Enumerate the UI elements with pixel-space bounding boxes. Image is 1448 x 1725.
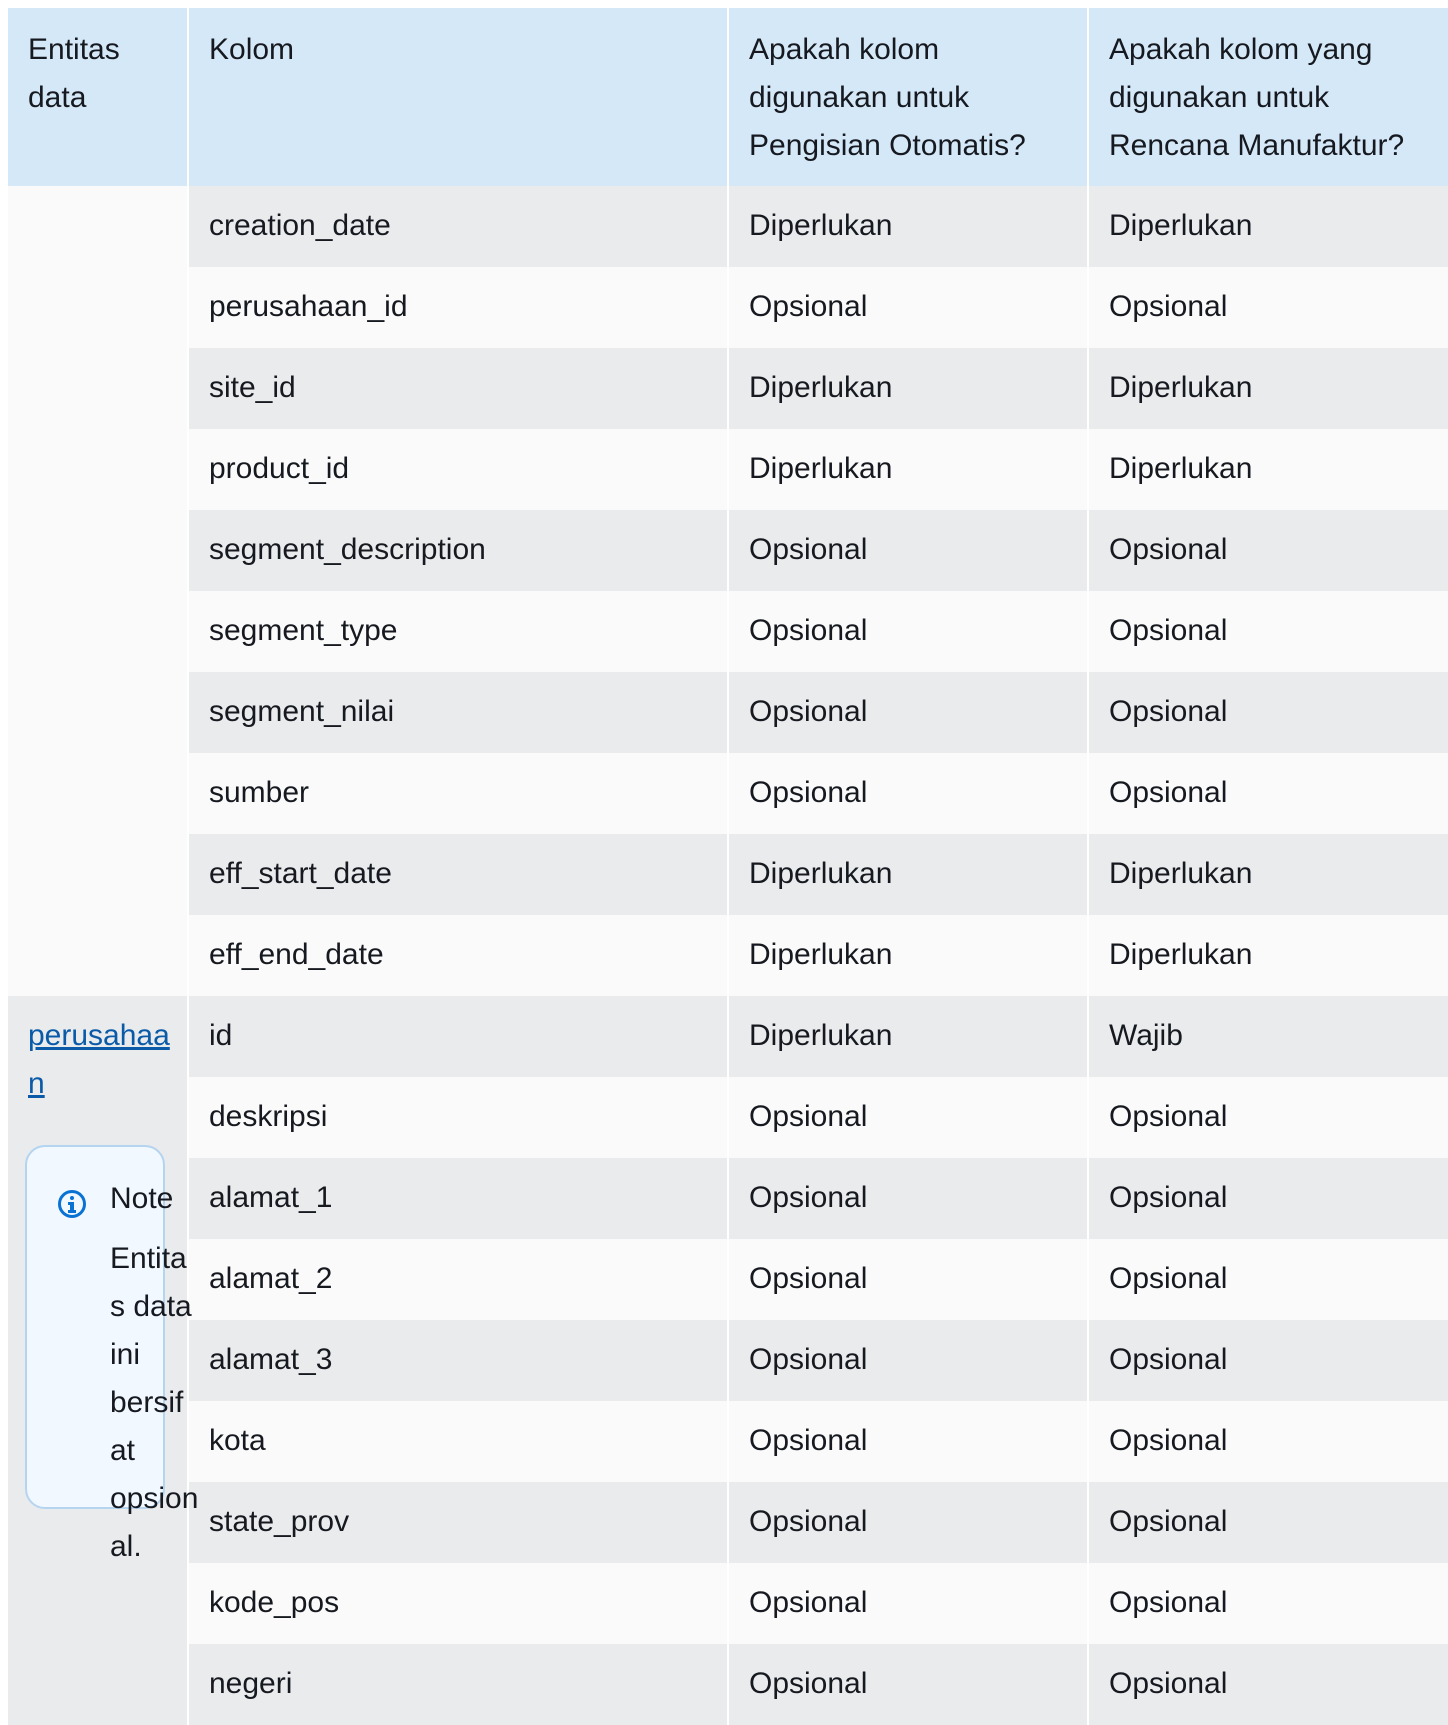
autofill-cell: Opsional: [727, 1077, 1088, 1158]
column-name-cell: product_id: [187, 429, 728, 510]
column-name-cell: alamat_2: [187, 1239, 728, 1320]
column-name-cell: segment_description: [187, 510, 728, 591]
column-name-cell: eff_end_date: [187, 915, 728, 996]
table-row: perusahaan_id Opsional Opsional: [8, 267, 1448, 348]
autofill-cell: Opsional: [727, 1158, 1088, 1239]
manufacturing-plan-cell: Opsional: [1087, 672, 1448, 753]
table-row: deskripsi Opsional Opsional: [8, 1077, 1448, 1158]
manufacturing-plan-cell: Opsional: [1087, 1401, 1448, 1482]
manufacturing-plan-cell: Opsional: [1087, 1158, 1448, 1239]
manufacturing-plan-cell: Diperlukan: [1087, 348, 1448, 429]
column-name-cell: kode_pos: [187, 1563, 728, 1644]
column-name-cell: state_prov: [187, 1482, 728, 1563]
column-name-cell: sumber: [187, 753, 728, 834]
entity-link-perusahaan[interactable]: perusahaan: [28, 1012, 178, 1108]
table-row: alamat_3 Opsional Opsional: [8, 1320, 1448, 1401]
autofill-cell: Diperlukan: [727, 915, 1088, 996]
table-row: segment_type Opsional Opsional: [8, 591, 1448, 672]
table-row: state_prov Opsional Opsional: [8, 1482, 1448, 1563]
table-row: creation_date Diperlukan Diperlukan: [8, 186, 1448, 996]
header-entity: Entitas data: [8, 8, 188, 186]
entity-cell: [8, 186, 188, 996]
manufacturing-plan-cell: Wajib: [1087, 996, 1448, 1077]
column-name-cell: kota: [187, 1401, 728, 1482]
manufacturing-plan-cell: Diperlukan: [1087, 186, 1448, 267]
table-row: eff_end_date Diperlukan Diperlukan: [8, 915, 1448, 996]
autofill-cell: Opsional: [727, 1239, 1088, 1320]
manufacturing-plan-cell: Opsional: [1087, 591, 1448, 672]
manufacturing-plan-cell: Opsional: [1087, 510, 1448, 591]
manufacturing-plan-cell: Opsional: [1087, 1563, 1448, 1644]
manufacturing-plan-cell: Opsional: [1087, 753, 1448, 834]
header-autofill: Apakah kolom digunakan untuk Pengisian O…: [727, 8, 1088, 186]
column-name-cell: negeri: [187, 1644, 728, 1725]
table-body: creation_date Diperlukan Diperlukan perusah…: [8, 186, 1448, 1725]
manufacturing-plan-cell: Opsional: [1087, 267, 1448, 348]
column-name-cell: perusahaan_id: [187, 267, 728, 348]
manufacturing-plan-cell: Opsional: [1087, 1644, 1448, 1725]
header-column: Kolom: [187, 8, 728, 186]
manufacturing-plan-cell: Opsional: [1087, 1482, 1448, 1563]
column-name-cell: site_id: [187, 348, 728, 429]
column-name-cell: segment_type: [187, 591, 728, 672]
table-row: negeri Opsional Opsional: [8, 1644, 1448, 1725]
table-row: segment_nilai Opsional Opsional: [8, 672, 1448, 753]
autofill-cell: Diperlukan: [727, 186, 1088, 267]
column-name-cell: creation_date: [187, 186, 728, 267]
autofill-cell: Opsional: [727, 591, 1088, 672]
autofill-cell: Diperlukan: [727, 996, 1088, 1077]
info-icon: [58, 1190, 86, 1218]
manufacturing-plan-cell: Diperlukan: [1087, 429, 1448, 510]
note-title: Note: [110, 1182, 174, 1215]
autofill-cell: Opsional: [727, 267, 1088, 348]
manufacturing-plan-cell: Diperlukan: [1087, 834, 1448, 915]
note-body: Entitas data ini bersifat opsional.: [110, 1242, 199, 1563]
note-box: Note Entitas data ini bersifat opsional.: [25, 1145, 198, 1563]
table-header-row: Entitas data Kolom Apakah kolom digunaka…: [8, 8, 1448, 186]
column-name-cell: deskripsi: [187, 1077, 728, 1158]
autofill-cell: Opsional: [727, 1401, 1088, 1482]
table-row: perusahaan id Diperlukan Wajib: [8, 996, 1448, 1725]
autofill-cell: Opsional: [727, 1320, 1088, 1401]
column-name-cell: id: [187, 996, 728, 1077]
table-row: segment_description Opsional Opsional: [8, 510, 1448, 591]
manufacturing-plan-cell: Opsional: [1087, 1320, 1448, 1401]
manufacturing-plan-cell: Opsional: [1087, 1239, 1448, 1320]
column-name-cell: segment_nilai: [187, 672, 728, 753]
autofill-cell: Opsional: [727, 1482, 1088, 1563]
manufacturing-plan-cell: Opsional: [1087, 1077, 1448, 1158]
autofill-cell: Diperlukan: [727, 429, 1088, 510]
autofill-cell: Opsional: [727, 672, 1088, 753]
table-row: kota Opsional Opsional: [8, 1401, 1448, 1482]
autofill-cell: Opsional: [727, 753, 1088, 834]
manufacturing-plan-cell: Diperlukan: [1087, 915, 1448, 996]
autofill-cell: Diperlukan: [727, 348, 1088, 429]
autofill-cell: Diperlukan: [727, 834, 1088, 915]
table-row: alamat_1 Opsional Opsional: [8, 1158, 1448, 1239]
data-table: Entitas data Kolom Apakah kolom digunaka…: [8, 8, 1448, 1725]
table-row: alamat_2 Opsional Opsional: [8, 1239, 1448, 1320]
autofill-cell: Opsional: [727, 1563, 1088, 1644]
column-name-cell: alamat_3: [187, 1320, 728, 1401]
table-row: kode_pos Opsional Opsional: [8, 1563, 1448, 1644]
header-manufacturing-plan: Apakah kolom yang digunakan untuk Rencan…: [1087, 8, 1448, 186]
table-row: sumber Opsional Opsional: [8, 753, 1448, 834]
table-row: eff_start_date Diperlukan Diperlukan: [8, 834, 1448, 915]
column-name-cell: alamat_1: [187, 1158, 728, 1239]
autofill-cell: Opsional: [727, 510, 1088, 591]
column-name-cell: eff_start_date: [187, 834, 728, 915]
autofill-cell: Opsional: [727, 1644, 1088, 1725]
table-row: product_id Diperlukan Diperlukan: [8, 429, 1448, 510]
table-row: site_id Diperlukan Diperlukan: [8, 348, 1448, 429]
